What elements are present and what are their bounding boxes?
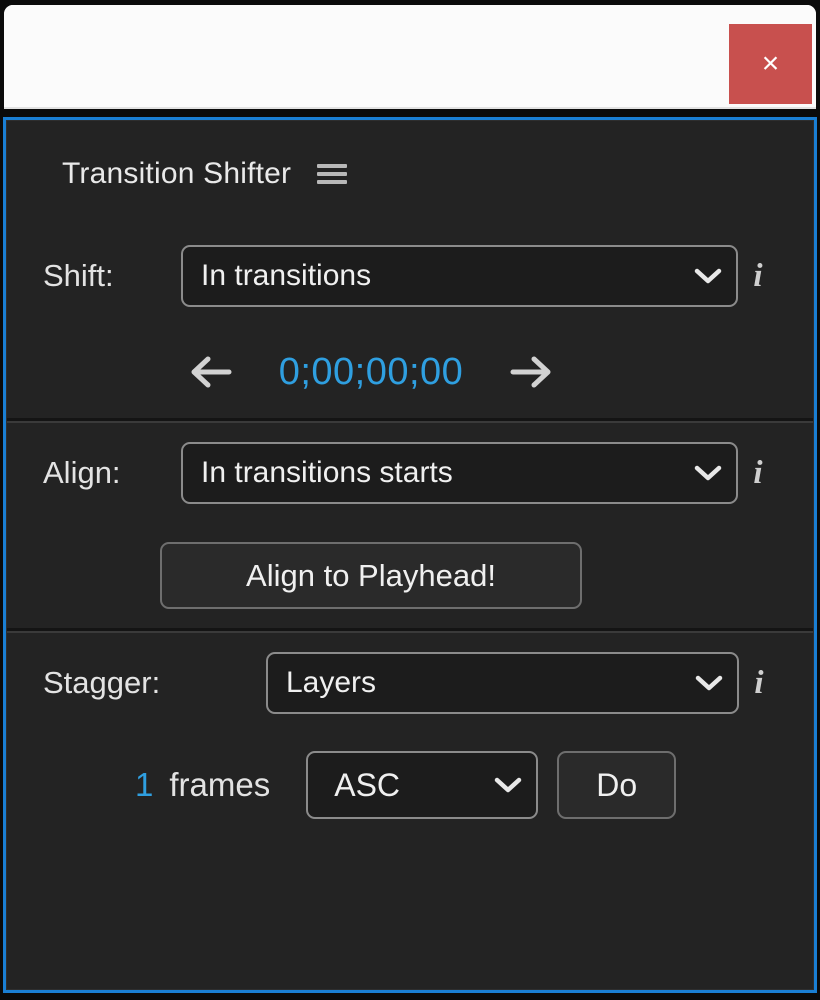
panel-header: Transition Shifter [7,121,813,226]
stagger-control-row: Stagger: Layers i [7,633,813,733]
shift-control-row: Shift: In transitions i [7,226,813,326]
chevron-down-icon [689,654,729,712]
shift-forward-button[interactable] [505,348,563,396]
align-control-row: Align: In transitions starts i [7,423,813,523]
shift-backward-button[interactable] [179,348,237,396]
shift-timecode-value[interactable]: 0;00;00;00 [279,351,464,394]
arrow-right-icon [510,356,551,388]
host-title-bar-surface [4,5,816,107]
stagger-section: Stagger: Layers i 1 frames ASC Do [7,633,813,837]
host-title-bar: × [4,5,816,109]
panel-surface: Transition Shifter Shift: In transitions [6,120,814,990]
hamburger-line [317,171,348,176]
stagger-mode-value: Layers [286,666,377,699]
stagger-frames-input[interactable]: 1 [135,766,153,804]
shift-mode-select[interactable]: In transitions [181,245,738,307]
align-to-playhead-button[interactable]: Align to Playhead! [160,542,582,609]
stagger-frames-label: frames [169,766,271,803]
align-info-icon[interactable]: i [738,455,778,492]
hamburger-line [317,179,348,184]
align-section: Align: In transitions starts i Align to … [7,423,813,628]
hamburger-line [317,163,348,168]
stagger-info-icon[interactable]: i [739,665,779,702]
chevron-down-icon [488,753,528,817]
chevron-down-icon [688,247,728,305]
align-action-row: Align to Playhead! [7,523,813,628]
transition-shifter-panel: Transition Shifter Shift: In transitions [3,117,817,993]
shift-info-icon[interactable]: i [738,258,778,295]
page-title: Transition Shifter [62,156,292,190]
align-label: Align: [43,455,121,490]
stagger-order-value: ASC [334,766,401,803]
shift-timecode-row: 0;00;00;00 [7,326,813,418]
close-button[interactable]: × [729,24,812,104]
stagger-order-select[interactable]: ASC [306,751,539,819]
shift-section: Shift: In transitions i 0;00;00;00 [7,226,813,418]
align-mode-select[interactable]: In transitions starts [181,442,738,504]
shift-label: Shift: [43,258,114,293]
stagger-mode-select[interactable]: Layers [266,652,739,714]
shift-mode-value: In transitions [201,259,372,292]
stagger-options-row: 1 frames ASC Do [7,733,813,837]
align-mode-value: In transitions starts [201,456,453,489]
close-icon: × [761,47,780,80]
stagger-do-button[interactable]: Do [557,751,677,819]
stagger-label: Stagger: [43,665,161,700]
chevron-down-icon [688,444,728,502]
hamburger-menu-icon[interactable] [317,162,348,186]
app-root: × Transition Shifter Shift: In transitio… [0,0,820,1000]
arrow-left-icon [191,356,232,388]
